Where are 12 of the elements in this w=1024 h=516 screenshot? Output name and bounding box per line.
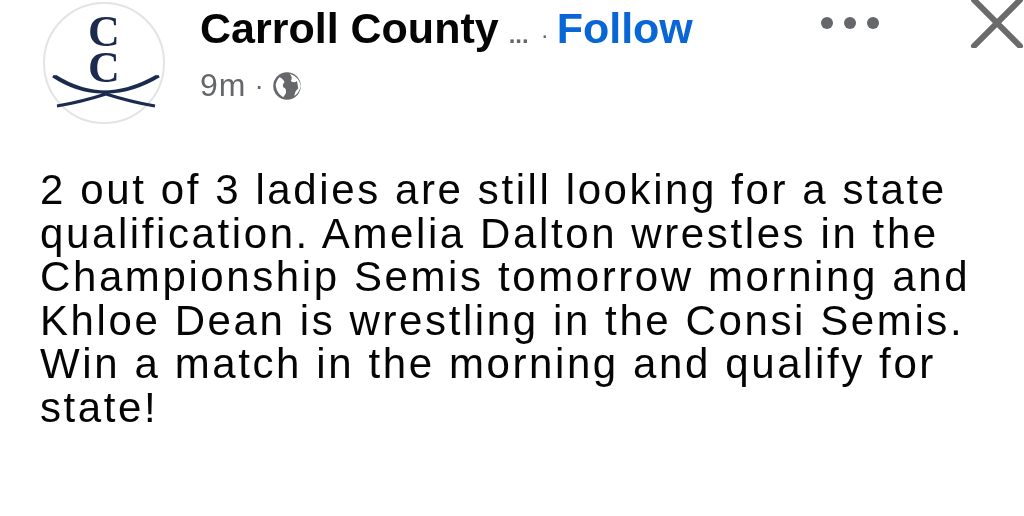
logo-monogram: CC [87,14,121,95]
post-text: 2 out of 3 ladies are still looking for a state qualification. Amelia Dalton wrestles in the Championship Semis tomorrow morning and Khloe Dean is wrestling in the Consi Semis. Win a match in the morning and qualify for state! [40,168,972,429]
separator-dot: · [254,69,264,102]
post-time[interactable]: 9m [200,67,247,104]
follow-link[interactable]: Follow [556,4,693,53]
separator-dot: · [540,21,549,49]
author-name[interactable]: Carroll County [200,4,499,53]
close-icon[interactable] [970,0,1024,48]
globe-icon [271,70,302,101]
ellipsis: ... [508,21,529,49]
more-options-icon[interactable] [820,16,880,30]
avatar[interactable]: CC [43,2,165,124]
